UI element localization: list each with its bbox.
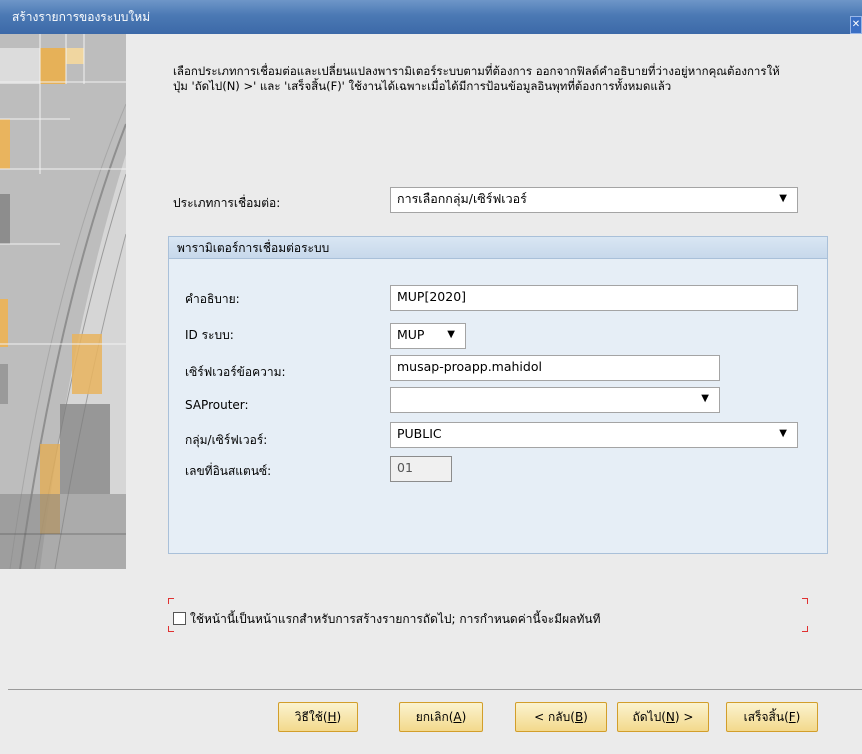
title-bar: สร้างรายการของระบบใหม่ <box>0 0 862 34</box>
footer-divider <box>8 689 862 690</box>
message-server-label: เซิร์ฟเวอร์ข้อความ: <box>185 365 286 379</box>
cancel-button-label: ยกเลิก( <box>415 710 454 724</box>
close-icon: ✕ <box>851 19 861 30</box>
instance-no-input: 01 <box>390 456 452 482</box>
first-page-label: ใช้หน้านี้เป็นหน้าแรกสำหรับการสร้างรายกา… <box>190 612 601 626</box>
instructions: เลือกประเภทการเชื่อมต่อและเปลี่ยนแปลงพาร… <box>173 64 833 94</box>
instruction-line-2: ปุ่ม 'ถัดไป(N) >' และ 'เสร็จสิ้น(F)' ใช้… <box>173 79 672 93</box>
cancel-hotkey: A <box>453 710 462 724</box>
first-page-option: ใช้หน้านี้เป็นหน้าแรกสำหรับการสร้างรายกา… <box>168 598 808 632</box>
system-id-label: ID ระบบ: <box>185 328 234 342</box>
description-value: MUP[2020] <box>397 289 467 304</box>
next-hotkey: N <box>665 710 675 724</box>
group-server-value: PUBLIC <box>397 426 442 441</box>
finish-button-end: ) <box>795 710 801 724</box>
connection-type-label: ประเภทการเชื่อมต่อ: <box>173 196 281 210</box>
back-button[interactable]: < กลับ(B) <box>515 702 607 732</box>
focus-corner <box>802 598 808 604</box>
system-id-value: MUP <box>397 327 425 342</box>
connection-type-select[interactable]: การเลือกกลุ่ม/เซิร์ฟเวอร์ ▼ <box>390 187 798 213</box>
focus-corner <box>802 626 808 632</box>
close-button[interactable]: ✕ <box>850 16 862 34</box>
group-server-label: กลุ่ม/เซิร์ฟเวอร์: <box>185 433 268 447</box>
description-label: คำอธิบาย: <box>185 292 240 306</box>
help-button-end: ) <box>336 710 342 724</box>
back-button-end: ) <box>583 710 588 724</box>
focus-corner <box>168 626 174 632</box>
instance-no-value: 01 <box>397 460 413 475</box>
next-button[interactable]: ถัดไป(N) > <box>617 702 709 732</box>
help-button-label: วิธีใช้( <box>294 710 328 724</box>
group-heading: พารามิเตอร์การเชื่อมต่อระบบ <box>169 237 827 259</box>
message-server-value: musap-proapp.mahidol <box>397 359 542 374</box>
next-button-label: ถัดไป( <box>632 710 666 724</box>
saprouter-label: SAProuter: <box>185 398 249 412</box>
saprouter-select[interactable]: ▼ <box>390 387 720 413</box>
help-button[interactable]: วิธีใช้(H) <box>278 702 358 732</box>
group-server-select[interactable]: PUBLIC ▼ <box>390 422 798 448</box>
focus-corner <box>168 598 174 604</box>
chevron-down-icon: ▼ <box>701 393 709 404</box>
finish-hotkey: F <box>788 710 796 724</box>
description-input[interactable]: MUP[2020] <box>390 285 798 311</box>
instance-no-label: เลขที่อินสแตนซ์: <box>185 464 272 478</box>
chevron-down-icon: ▼ <box>779 428 787 439</box>
cancel-button[interactable]: ยกเลิก(A) <box>399 702 483 732</box>
building-artwork <box>0 34 126 569</box>
help-hotkey: H <box>327 710 337 724</box>
decorative-side-image <box>0 34 126 569</box>
instruction-line-1: เลือกประเภทการเชื่อมต่อและเปลี่ยนแปลงพาร… <box>173 64 780 78</box>
connection-type-value: การเลือกกลุ่ม/เซิร์ฟเวอร์ <box>397 191 527 206</box>
chevron-down-icon: ▼ <box>447 329 455 340</box>
next-button-end: ) > <box>674 710 694 724</box>
first-page-checkbox[interactable] <box>173 612 186 625</box>
window-title: สร้างรายการของระบบใหม่ <box>12 10 151 24</box>
chevron-down-icon: ▼ <box>779 193 787 204</box>
cancel-button-end: ) <box>461 710 467 724</box>
back-button-label: < กลับ( <box>534 710 575 724</box>
back-hotkey: B <box>574 710 584 724</box>
finish-button-label: เสร็จสิ้น( <box>743 710 789 724</box>
system-id-select[interactable]: MUP ▼ <box>390 323 466 349</box>
message-server-input[interactable]: musap-proapp.mahidol <box>390 355 720 381</box>
finish-button[interactable]: เสร็จสิ้น(F) <box>726 702 818 732</box>
